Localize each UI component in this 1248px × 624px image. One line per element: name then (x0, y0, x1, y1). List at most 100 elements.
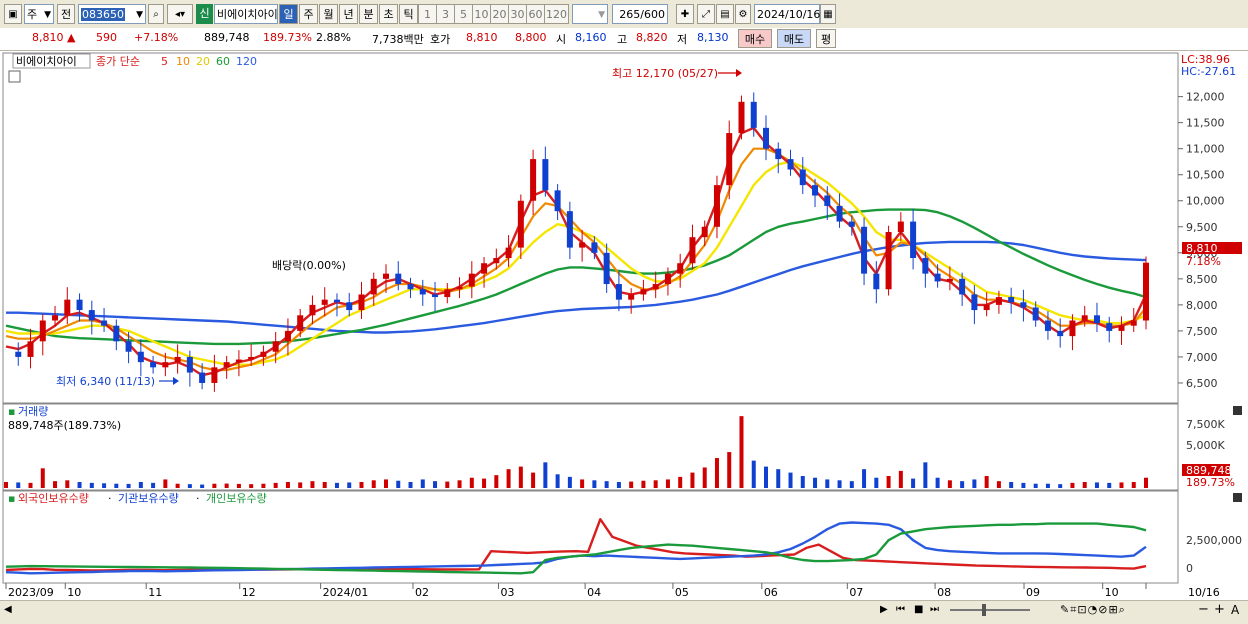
volume-marker-icon: ▪ (8, 405, 15, 418)
interval-3[interactable]: 3 (436, 4, 455, 24)
period-tab-minute[interactable]: 분 (359, 4, 378, 24)
volume-bar (947, 480, 952, 488)
x-tick-label: 08 (937, 586, 951, 599)
chart-scrollbar[interactable]: ◀ ▶ ⏮ ■ ⏭ ✎⌗⊡◔⊘⊞⌕ − + A (0, 600, 1248, 622)
candle-body (370, 278, 377, 295)
period-tab-year[interactable]: 년 (339, 4, 358, 24)
up-arrow-icon: ▲ (67, 31, 76, 44)
zoom-slider-thumb[interactable] (982, 604, 986, 616)
volume-bar (665, 479, 670, 488)
candle-body (750, 101, 757, 128)
interval-60[interactable]: 60 (526, 4, 545, 24)
low-price: 8,130 (697, 31, 729, 44)
zoom-slider[interactable] (950, 609, 1030, 611)
candle-body (652, 284, 659, 290)
avg-button[interactable]: 평 (816, 29, 836, 48)
candle-body (971, 294, 978, 311)
grid-toggle-icon[interactable] (8, 70, 21, 83)
candle-body (517, 200, 524, 248)
legend-individual: 개인보유수량 (206, 492, 267, 505)
interval-120[interactable]: 120 (544, 4, 569, 24)
volume-bar (567, 476, 572, 488)
period-tab-week[interactable]: 주 (299, 4, 318, 24)
zoom-out-icon[interactable]: − (1198, 602, 1209, 617)
volume-bar (690, 472, 695, 488)
volume-title: 거래량 (18, 405, 48, 418)
volume-bar (800, 476, 805, 488)
volume-bar (175, 483, 180, 488)
candle-body (481, 263, 488, 274)
forward-icon[interactable]: ⏭ (930, 604, 939, 615)
candle-body (763, 127, 769, 149)
volume-bar (384, 479, 388, 488)
candle-body (897, 221, 904, 232)
data-count-field[interactable]: 265/600 (612, 4, 668, 24)
volume-bar (65, 480, 70, 488)
volume-bar (322, 482, 327, 488)
stock-code-input[interactable]: 083650 ▼ (78, 4, 146, 24)
speaker-icon[interactable]: ◂▾ (167, 4, 193, 24)
high-price: 8,820 (636, 31, 668, 44)
candle-body (174, 356, 181, 363)
crosshair-icon[interactable]: ✚ (676, 4, 694, 24)
interval-1[interactable]: 1 (418, 4, 437, 24)
zoom-in-icon[interactable]: + (1214, 602, 1225, 617)
search-icon[interactable]: ⌕ (148, 4, 164, 24)
interval-5[interactable]: 5 (454, 4, 473, 24)
volume-bar (702, 467, 707, 488)
buy-button[interactable]: 매수 (738, 29, 772, 48)
candle-body (1093, 315, 1100, 324)
font-size-icon[interactable]: A (1231, 603, 1239, 617)
chart-area[interactable]: 6,5007,0007,5008,0008,5009,0009,50010,00… (0, 51, 1248, 621)
interval-10[interactable]: 10 (472, 4, 491, 24)
volume-bar (764, 466, 768, 488)
volume-bar (138, 482, 143, 488)
candle-body (88, 310, 95, 321)
save-icon[interactable]: ▤ (716, 4, 734, 24)
period-tab-tick[interactable]: 틱 (399, 4, 418, 24)
volume-bar (371, 480, 376, 488)
gear-icon[interactable]: ⚙ (735, 4, 751, 24)
tool-icons[interactable]: ✎⌗⊡◔⊘⊞⌕ (1060, 603, 1126, 617)
scroll-left-icon[interactable]: ◀ (4, 604, 12, 615)
candle-body (1118, 325, 1125, 331)
period-tab-month[interactable]: 월 (319, 4, 338, 24)
stop-icon[interactable]: ■ (914, 604, 923, 615)
interval-30[interactable]: 30 (508, 4, 527, 24)
turnover: 2.88% (316, 31, 351, 44)
chevron-down-icon: ▼ (136, 10, 143, 20)
volume-bar (874, 477, 879, 488)
calendar-icon[interactable]: ▦ (820, 4, 836, 24)
candle-body (787, 159, 794, 170)
candle-body (15, 351, 22, 357)
x-tick-label: 2023/09 (8, 586, 54, 599)
interval-custom-select[interactable]: ▼ (572, 4, 608, 24)
sell-button[interactable]: 매도 (777, 29, 811, 48)
x-tick-label: 05 (675, 586, 689, 599)
zoom-icon[interactable]: ⤢ (697, 4, 715, 24)
volume-bar (200, 484, 205, 488)
date-input[interactable]: 2024/10/16 (754, 4, 820, 24)
volume-close-icon[interactable] (1233, 406, 1242, 415)
volume-bar (494, 475, 499, 488)
candle-body (1032, 307, 1039, 321)
candle-body (456, 286, 463, 290)
volume-bar (886, 476, 891, 488)
volume-bar (285, 482, 290, 488)
period-tab-day[interactable]: 일 (279, 4, 298, 24)
holdings-close-icon[interactable] (1233, 493, 1242, 502)
interval-20[interactable]: 20 (490, 4, 509, 24)
window-menu-icon[interactable]: ▣ (4, 4, 22, 24)
volume-bar (996, 481, 1001, 488)
period-tab-second[interactable]: 초 (379, 4, 398, 24)
volume-bar (224, 483, 229, 488)
chart-type-select[interactable]: 주 ▼ (24, 4, 54, 24)
candle-body (211, 367, 218, 383)
legend-ma10: 10 (176, 55, 190, 68)
candle-body (199, 372, 206, 383)
play-icon[interactable]: ▶ (880, 604, 888, 615)
candle-body (39, 320, 46, 342)
rewind-icon[interactable]: ⏮ (896, 604, 905, 615)
code-search-button[interactable]: 전 (57, 4, 75, 24)
volume-bar (531, 472, 536, 488)
